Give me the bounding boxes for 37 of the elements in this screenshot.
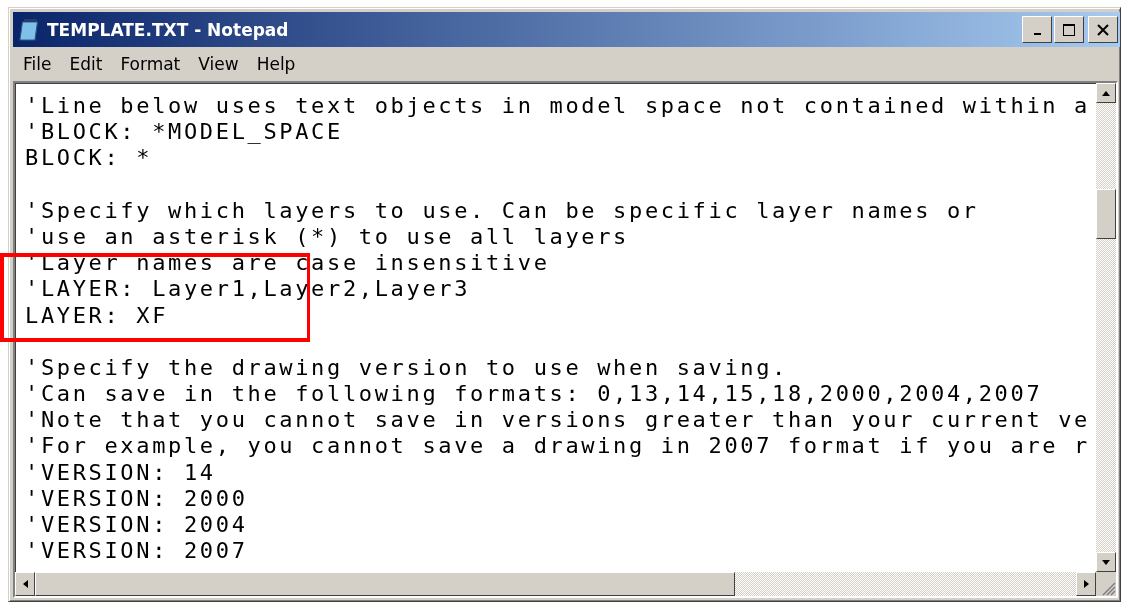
menu-item[interactable]: Format (112, 52, 189, 76)
text-line: LAYER: XF (25, 302, 170, 329)
maximize-button[interactable] (1054, 16, 1084, 43)
text-line: 'VERSION: 14 (25, 459, 217, 486)
text-line: 'Specify which layers to use. Can be specific layer names or (25, 197, 980, 224)
scroll-down-button[interactable] (1096, 552, 1116, 572)
text-line: 'For example, you cannot save a drawing in 2007 format if you are r (25, 433, 1091, 460)
text-line: 'VERSION: 2004 (25, 512, 249, 539)
text-line: 'use an asterisk (*) to use all layers (25, 223, 630, 251)
menu-item[interactable]: Edit (61, 52, 111, 76)
text-line: 'VERSION: 2007 (25, 538, 249, 565)
menu-item[interactable]: View (190, 52, 247, 76)
close-icon (1097, 23, 1109, 36)
minimize-button[interactable] (1022, 16, 1052, 43)
window-title: TEMPLATE.TXT - Notepad (47, 19, 290, 40)
scroll-left-button[interactable] (15, 572, 35, 596)
close-button[interactable] (1088, 16, 1118, 43)
text-line: 'Specify the drawing version to use when saving. (25, 354, 789, 382)
text-line: 'Note that you cannot save in versions greater than your current ve (25, 407, 1091, 434)
text-line: BLOCK: * (25, 145, 154, 172)
right-arrow-icon (1083, 580, 1089, 588)
up-arrow-icon (1102, 90, 1110, 96)
scroll-right-button[interactable] (1076, 572, 1096, 596)
vertical-scrollbar[interactable] (1096, 83, 1116, 572)
resize-grip-icon[interactable] (1102, 582, 1116, 596)
text-line: 'VERSION: 2000 (25, 485, 249, 512)
maximize-icon (1062, 22, 1076, 37)
notepad-icon (19, 17, 41, 42)
left-arrow-icon (22, 580, 28, 588)
down-arrow-icon (1102, 559, 1110, 565)
text-line: 'Can save in the following formats: 0,13,14,15,18,2000,2004,2007 (25, 381, 1044, 408)
scroll-up-button[interactable] (1096, 83, 1116, 103)
menu-item[interactable]: Help (248, 52, 304, 76)
minimize-icon (1033, 32, 1041, 35)
text-line: 'Line below uses text objects in model space not contained within a (25, 93, 1091, 120)
text-line: 'BLOCK: *MODEL_SPACE (25, 119, 344, 146)
menu-item[interactable]: File (15, 52, 60, 76)
